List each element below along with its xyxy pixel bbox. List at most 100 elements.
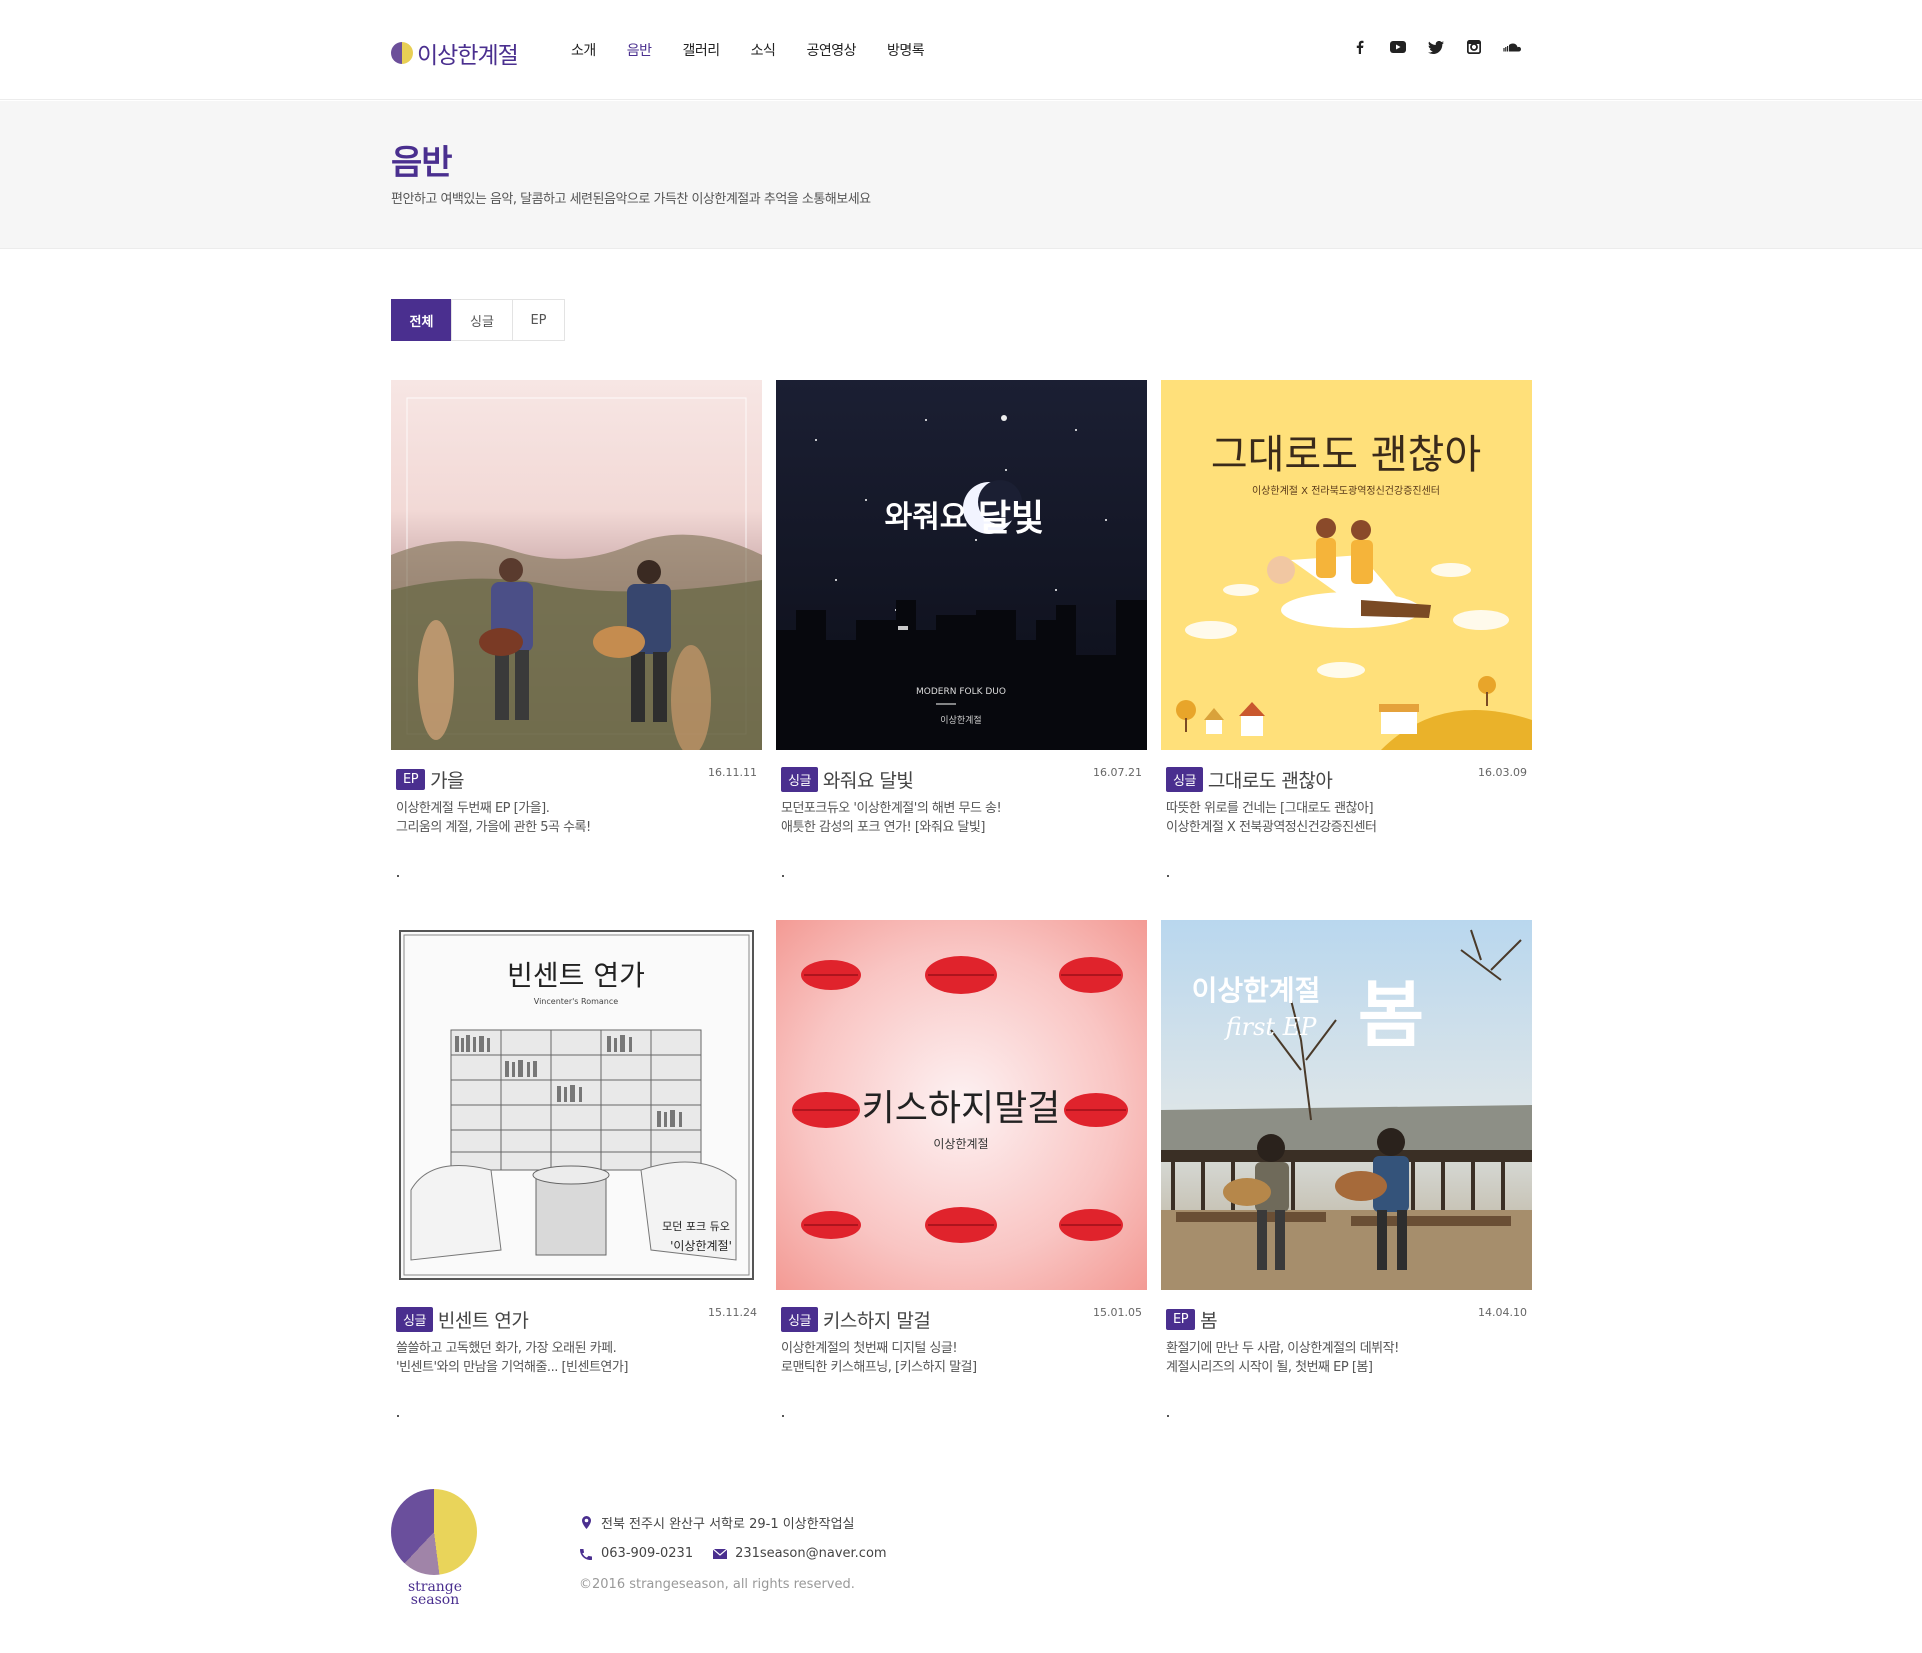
album-title[interactable]: 키스하지 말걸	[823, 1306, 931, 1333]
album-cover-kiss[interactable]: 키스하지말걸 이상한계절	[776, 920, 1147, 1290]
svg-text:이상한계절 X 전라북도광역정신건강증진센터: 이상한계절 X 전라북도광역정신건강증진센터	[1252, 484, 1440, 497]
album-card[interactable]: 키스하지말걸 이상한계절 싱글 키스하지 말걸 15.01.05 이상한계절의 첫…	[776, 920, 1147, 1420]
footer-brand-line: season	[410, 1592, 460, 1608]
album-type-badge: 싱글	[781, 767, 818, 792]
svg-text:봄: 봄	[1358, 973, 1424, 1057]
album-description: 쓸쓸하고 고독했던 화가, 가장 오래된 카페. '빈센트'와의 만남을 기억해…	[396, 1339, 757, 1377]
album-type-badge: 싱글	[781, 1307, 818, 1332]
album-title[interactable]: 가을	[430, 766, 464, 793]
twitter-icon[interactable]	[1427, 38, 1445, 56]
svg-text:Vincenter's Romance: Vincenter's Romance	[534, 997, 618, 1006]
album-title[interactable]: 봄	[1200, 1306, 1217, 1333]
footer-email[interactable]: 231season@naver.com	[735, 1546, 886, 1561]
album-date: 16.07.21	[1093, 766, 1142, 779]
album-description: 환절기에 만난 두 사람, 이상한계절의 데뷔작! 계절시리즈의 시작이 될, …	[1166, 1339, 1527, 1377]
album-desc-line: 계절시리즈의 시작이 될, 첫번째 EP [봄]	[1166, 1360, 1373, 1375]
phone-icon	[579, 1547, 593, 1561]
main-nav: 소개 음반 갤러리 소식 공연영상 방명록	[571, 40, 955, 60]
svg-text:빈센트 연가: 빈센트 연가	[507, 959, 645, 992]
album-desc-line: 이상한계절 X 전북광역정신건강증진센터	[1166, 820, 1377, 835]
album-card[interactable]: 그대로도 괜찮아 이상한계절 X 전라북도광역정신건강증진센터 싱글 그대로도 괜…	[1161, 380, 1532, 880]
card-dot	[782, 875, 784, 877]
svg-text:그대로도 괜찮아: 그대로도 괜찮아	[1211, 432, 1481, 478]
filter-tab-all[interactable]: 전체	[391, 299, 452, 341]
svg-text:와줘요: 와줘요	[885, 500, 968, 535]
album-info: EP 가을 16.11.11 이상한계절 두번째 EP [가을]. 그리움의 계절…	[396, 766, 757, 837]
album-description: 이상한계절 두번째 EP [가을]. 그리움의 계절, 가을에 관한 5곡 수록…	[396, 799, 757, 837]
page-title: 음반	[391, 143, 453, 183]
album-cover-spring[interactable]: 이상한계절 first EP 봄	[1161, 920, 1532, 1290]
logo-mark-icon	[391, 42, 413, 64]
facebook-icon[interactable]	[1351, 38, 1369, 56]
album-cover-its-ok[interactable]: 그대로도 괜찮아 이상한계절 X 전라북도광역정신건강증진센터	[1161, 380, 1532, 750]
card-dot	[1167, 875, 1169, 877]
nav-item-gallery[interactable]: 갤러리	[683, 40, 721, 60]
album-date: 16.03.09	[1478, 766, 1527, 779]
album-cover-moonlight[interactable]: 와줘요 달빛 MODERN FOLK DUO 이상한계절	[776, 380, 1147, 750]
youtube-icon[interactable]	[1389, 38, 1407, 56]
album-date: 14.04.10	[1478, 1306, 1527, 1319]
album-title[interactable]: 그대로도 괜찮아	[1208, 766, 1333, 793]
card-dot	[1167, 1415, 1169, 1417]
album-type-badge: EP	[1166, 1309, 1196, 1330]
album-cover-autumn[interactable]	[391, 380, 762, 750]
album-type-badge: 싱글	[1166, 767, 1203, 792]
album-info: EP 봄 14.04.10 환절기에 만난 두 사람, 이상한계절의 데뷔작! 계…	[1166, 1306, 1527, 1377]
svg-text:이상한계절: 이상한계절	[940, 714, 981, 726]
album-type-badge: EP	[396, 769, 426, 790]
logo-text: 이상한계절	[417, 43, 519, 69]
filter-tab-ep[interactable]: EP	[512, 299, 565, 341]
nav-item-albums[interactable]: 음반	[627, 40, 652, 60]
svg-text:'이상한계절': '이상한계절'	[670, 1239, 732, 1253]
album-info: 싱글 키스하지 말걸 15.01.05 이상한계절의 첫번째 디지털 싱글! 로맨…	[781, 1306, 1142, 1377]
soundcloud-icon[interactable]	[1503, 38, 1521, 56]
album-info: 싱글 빈센트 연가 15.11.24 쓸쓸하고 고독했던 화가, 가장 오래된 카…	[396, 1306, 757, 1377]
album-card[interactable]: 빈센트 연가 Vincenter's Romance 모던 포크 듀오 '이상한…	[391, 920, 762, 1420]
page-banner: 음반 편안하고 여백있는 음악, 달콤하고 세련된음악으로 가득찬 이상한계절과…	[0, 101, 1922, 249]
footer-phone[interactable]: 063-909-0231	[601, 1546, 693, 1561]
album-info: 싱글 와줘요 달빛 16.07.21 모던포크듀오 '이상한계절'의 해변 무드 …	[781, 766, 1142, 837]
album-desc-line: 쓸쓸하고 고독했던 화가, 가장 오래된 카페.	[396, 1341, 617, 1356]
map-pin-icon	[579, 1516, 593, 1530]
svg-text:이상한계절: 이상한계절	[1192, 974, 1321, 1007]
album-desc-line: 로맨틱한 키스해프닝, [키스하지 말걸]	[781, 1360, 977, 1375]
instagram-icon[interactable]	[1465, 38, 1483, 56]
album-desc-line: 따뜻한 위로를 건네는 [그대로도 괜찮아]	[1166, 801, 1374, 816]
nav-item-videos[interactable]: 공연영상	[806, 40, 856, 60]
svg-text:달빛: 달빛	[978, 498, 1044, 539]
album-card[interactable]: 와줘요 달빛 MODERN FOLK DUO 이상한계절 싱글 와줘요 달빛 16…	[776, 380, 1147, 880]
svg-text:first EP: first EP	[1224, 1013, 1318, 1041]
svg-text:이상한계절: 이상한계절	[933, 1137, 988, 1151]
album-cover-vincent[interactable]: 빈센트 연가 Vincenter's Romance 모던 포크 듀오 '이상한…	[391, 920, 762, 1290]
album-card[interactable]: 이상한계절 first EP 봄 EP 봄 14.04.10 환절기에 만난 두 …	[1161, 920, 1532, 1420]
site-logo[interactable]: 이상한계절	[391, 36, 519, 70]
footer-address-line: 전북 전주시 완산구 서학로 29-1 이상한작업실	[579, 1507, 887, 1538]
nav-item-intro[interactable]: 소개	[571, 40, 596, 60]
album-date: 15.01.05	[1093, 1306, 1142, 1319]
album-date: 16.11.11	[708, 766, 757, 779]
footer-contact-line: 063-909-0231 231season@naver.com	[579, 1538, 887, 1569]
svg-text:모던 포크 듀오: 모던 포크 듀오	[662, 1220, 730, 1233]
album-type-badge: 싱글	[396, 1307, 433, 1332]
social-links	[1351, 38, 1541, 56]
nav-item-news[interactable]: 소식	[751, 40, 776, 60]
footer-info: 전북 전주시 완산구 서학로 29-1 이상한작업실 063-909-0231 …	[579, 1507, 887, 1600]
site-header: 이상한계절 소개 음반 갤러리 소식 공연영상 방명록	[0, 0, 1922, 100]
album-title[interactable]: 빈센트 연가	[438, 1306, 529, 1333]
filter-tab-single[interactable]: 싱글	[451, 299, 513, 341]
footer-logo-mark	[391, 1489, 477, 1575]
svg-text:MODERN FOLK DUO: MODERN FOLK DUO	[916, 687, 1006, 697]
mail-icon	[713, 1547, 728, 1561]
album-info: 싱글 그대로도 괜찮아 16.03.09 따뜻한 위로를 건네는 [그대로도 괜찮…	[1166, 766, 1527, 837]
album-desc-line: 이상한계절 두번째 EP [가을].	[396, 801, 550, 816]
album-title[interactable]: 와줘요 달빛	[823, 766, 914, 793]
footer-logo[interactable]: strange season	[391, 1489, 479, 1607]
nav-item-guestbook[interactable]: 방명록	[887, 40, 925, 60]
album-desc-line: '빈센트'와의 만남을 기억해줄... [빈센트연가]	[396, 1360, 628, 1375]
album-desc-line: 이상한계절의 첫번째 디지털 싱글!	[781, 1341, 958, 1356]
footer-address: 전북 전주시 완산구 서학로 29-1 이상한작업실	[601, 1517, 855, 1532]
card-dot	[397, 875, 399, 877]
page-subtitle: 편안하고 여백있는 음악, 달콤하고 세련된음악으로 가득찬 이상한계절과 추억…	[391, 192, 871, 207]
album-card[interactable]: EP 가을 16.11.11 이상한계절 두번째 EP [가을]. 그리움의 계절…	[391, 380, 762, 880]
album-desc-line: 모던포크듀오 '이상한계절'의 해변 무드 송!	[781, 801, 1002, 816]
